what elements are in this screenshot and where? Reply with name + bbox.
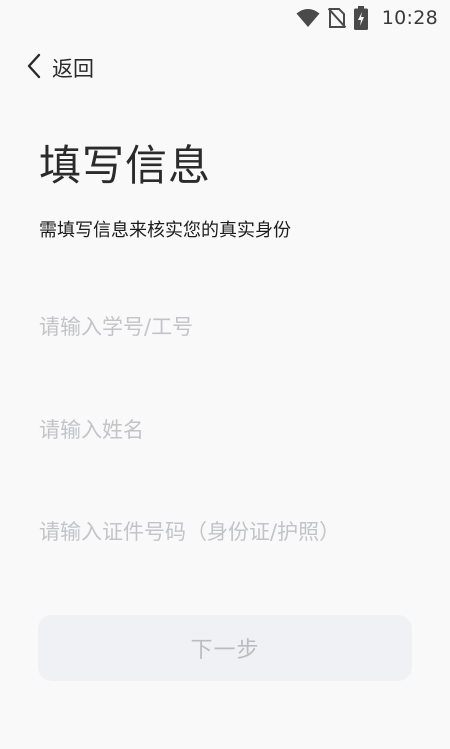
- id-document-input[interactable]: [39, 520, 411, 544]
- student-id-field: [39, 307, 411, 347]
- back-label: 返回: [52, 57, 94, 81]
- student-id-input[interactable]: [39, 315, 411, 339]
- name-input[interactable]: [39, 418, 411, 442]
- page-subtitle: 需填写信息来核实您的真实身份: [39, 220, 291, 241]
- next-button[interactable]: 下一步: [38, 615, 412, 681]
- chevron-left-icon: [26, 53, 42, 83]
- back-button[interactable]: 返回: [26, 52, 94, 84]
- battery-charging-icon: [353, 6, 368, 30]
- name-field: [39, 410, 411, 450]
- screen: 10:28 返回 填写信息 需填写信息来核实您的真实身份 下一步: [0, 0, 450, 749]
- status-bar: 10:28: [0, 0, 450, 36]
- wifi-icon: [296, 8, 320, 28]
- id-document-field: [39, 512, 411, 552]
- no-sim-icon: [327, 7, 346, 29]
- status-time: 10:28: [381, 7, 438, 29]
- page-title: 填写信息: [39, 141, 212, 190]
